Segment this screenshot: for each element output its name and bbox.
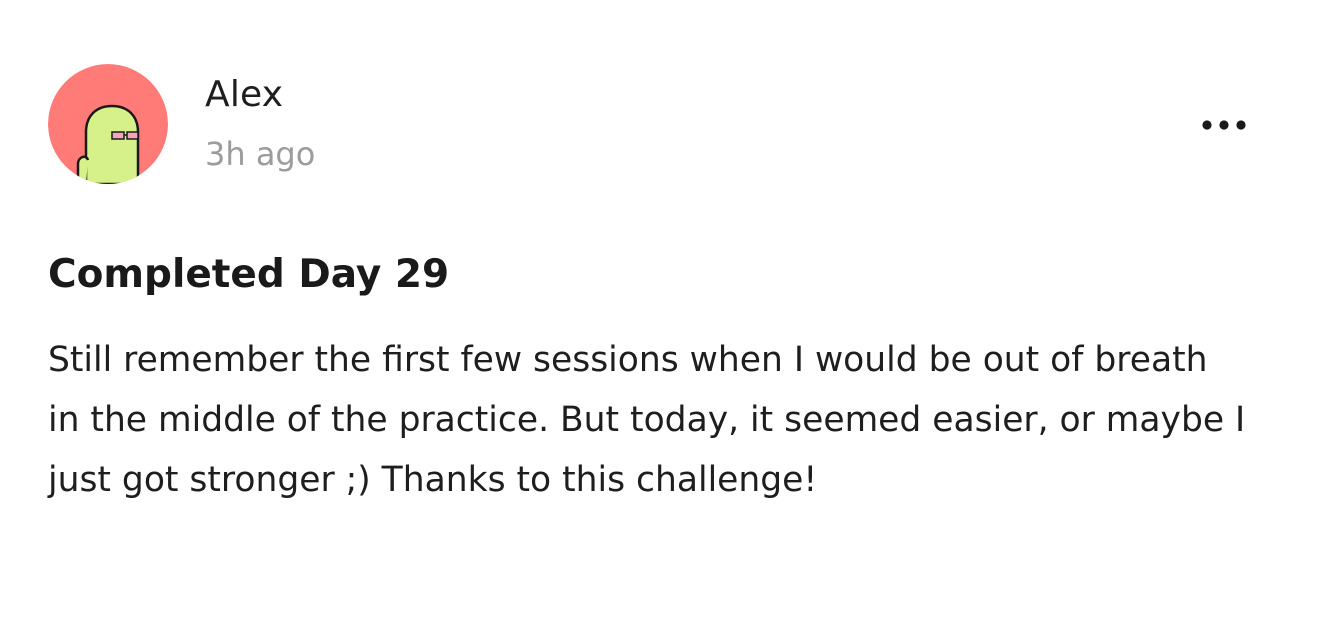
post-card: Alex 3h ago Completed Day 29 Still remem… [0,0,1320,619]
cactus-avatar-icon [48,64,168,184]
post-title: Completed Day 29 [48,252,450,297]
avatar[interactable] [48,64,168,184]
author-name[interactable]: Alex [205,72,283,118]
post-body: Still remember the first few sessions wh… [48,340,1246,500]
post-timestamp: 3h ago [205,135,316,173]
more-horizontal-icon [1202,120,1246,130]
more-options-button[interactable] [1192,108,1256,142]
